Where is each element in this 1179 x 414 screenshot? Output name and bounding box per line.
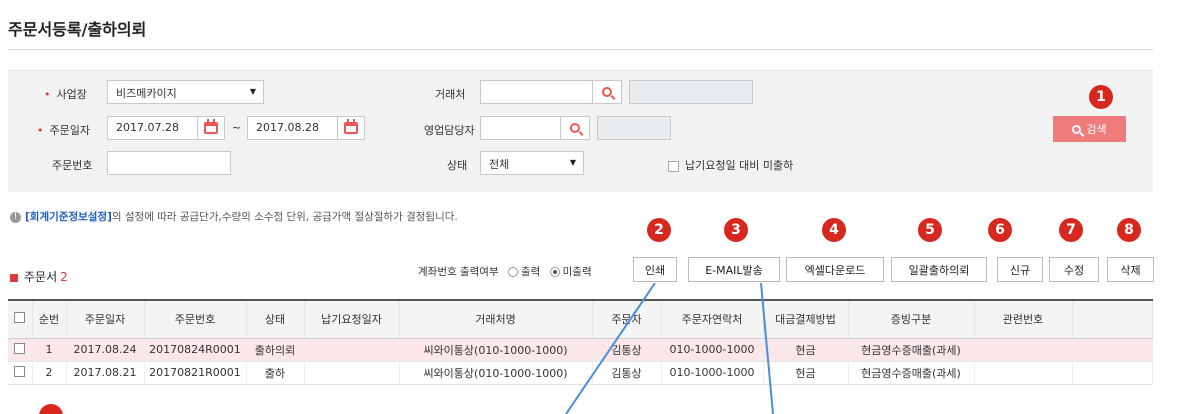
annotation-badge-4: 4: [822, 218, 846, 242]
order-no-input[interactable]: [107, 151, 231, 175]
table-cell: [304, 361, 400, 385]
table-cell: 씨와이통상(010-1000-1000): [399, 338, 593, 362]
table-cell: [974, 361, 1073, 385]
bulk-ship-request-button[interactable]: 일괄출하의뢰: [891, 257, 987, 282]
order-no-label: 주문번호: [52, 159, 93, 172]
search-button[interactable]: 검색: [1053, 116, 1126, 142]
table-cell: 출하의뢰: [246, 338, 305, 362]
client-label: 거래처: [435, 88, 466, 101]
settings-notice: ! [회계기준정보설정]의 설정에 따라 공급단가,수량의 소수점 단위, 공급가…: [10, 209, 458, 224]
annotation-badge-8: 8: [1117, 218, 1141, 242]
workplace-label: 사업장: [44, 86, 87, 102]
date-separator: ~: [232, 121, 242, 134]
table-cell: 010-1000-1000: [661, 361, 764, 385]
radio-noprint[interactable]: [549, 267, 560, 277]
status-select[interactable]: 전체: [480, 151, 584, 175]
table-cell: [974, 338, 1073, 362]
row-checkbox[interactable]: [8, 338, 33, 362]
annotation-badge-1: 1: [1089, 85, 1113, 109]
table-cell: 010-1000-1000: [661, 338, 764, 362]
email-send-button[interactable]: E-MAIL발송: [688, 257, 780, 282]
col-header: 납기요청일자: [304, 299, 400, 339]
annotation-badge-2: 2: [647, 218, 671, 242]
table-cell: 김통상: [592, 361, 662, 385]
col-header: 증빙구분: [848, 299, 975, 339]
client-search-button[interactable]: [592, 80, 622, 104]
col-header: 주문자: [592, 299, 662, 339]
table-cell: 김통상: [592, 338, 662, 362]
order-count: 2: [60, 270, 68, 284]
table-cell: 출하: [246, 361, 305, 385]
table-cell: 현금: [763, 361, 849, 385]
date-from-calendar-button[interactable]: [197, 116, 225, 140]
annotation-badge-7: 7: [1059, 218, 1083, 242]
table-cell: 2017.08.24: [66, 338, 145, 362]
undelivered-checkbox[interactable]: 납기요청일 대비 미출하: [668, 157, 793, 173]
calendar-icon: [204, 119, 218, 134]
info-icon: !: [10, 211, 21, 223]
annotation-badge-partial: [39, 404, 63, 414]
search-icon: [602, 87, 612, 97]
sales-rep-name-display: [597, 116, 671, 140]
search-icon: [570, 123, 580, 133]
col-header: 관련번호: [974, 299, 1073, 339]
print-button[interactable]: 인쇄: [633, 257, 677, 282]
delete-button[interactable]: 삭제: [1107, 257, 1154, 282]
col-header: 순번: [32, 299, 67, 339]
table-cell: 20170824R0001: [144, 338, 247, 362]
table-row[interactable]: 2 2017.08.21 20170821R0001 출하 씨와이통상(010-…: [8, 361, 1153, 385]
table-cell: 2: [32, 361, 67, 385]
sales-rep-input[interactable]: [480, 116, 561, 140]
col-header: 주문일자: [66, 299, 145, 339]
status-label: 상태: [447, 159, 468, 172]
table-cell: 1: [32, 338, 67, 362]
excel-download-button[interactable]: 엑셀다운로드: [786, 257, 884, 282]
date-to-calendar-button[interactable]: [337, 116, 365, 140]
client-input[interactable]: [480, 80, 593, 104]
row-checkbox[interactable]: [8, 361, 33, 385]
table-cell: [304, 338, 400, 362]
table-cell: 현금영수증매출(과세): [848, 361, 975, 385]
section-title: 주문서 2: [10, 268, 68, 285]
table-cell: 현금영수증매출(과세): [848, 338, 975, 362]
new-button[interactable]: 신규: [997, 257, 1043, 282]
sales-rep-search-button[interactable]: [560, 116, 590, 140]
table-row[interactable]: 1 2017.08.24 20170824R0001 출하의뢰 씨와이통상(01…: [8, 338, 1153, 362]
search-icon: [1072, 124, 1082, 134]
col-header: 주문번호: [144, 299, 247, 339]
table-cell: 20170821R0001: [144, 361, 247, 385]
annotation-badge-3: 3: [724, 218, 748, 242]
account-print-option: 계좌번호 출력여부 출력 미출력: [418, 266, 592, 278]
col-header: 대금결제방법: [763, 299, 849, 339]
page-title: 주문서등록/출하의뢰: [8, 20, 147, 39]
order-table: 순번 주문일자 주문번호 상태 납기요청일자 거래처명 주문자 주문자연락처 대…: [8, 299, 1153, 385]
title-divider: [8, 49, 1153, 50]
calendar-icon: [344, 119, 358, 134]
table-header-row: 순번 주문일자 주문번호 상태 납기요청일자 거래처명 주문자 주문자연락처 대…: [8, 299, 1153, 339]
annotation-badge-5: 5: [918, 218, 942, 242]
date-from-input[interactable]: 2017.07.28: [107, 116, 198, 140]
table-cell: 씨와이통상(010-1000-1000): [399, 361, 593, 385]
table-cell: 2017.08.21: [66, 361, 145, 385]
edit-button[interactable]: 수정: [1049, 257, 1099, 282]
radio-print[interactable]: [507, 267, 518, 277]
col-header: 상태: [246, 299, 305, 339]
annotation-badge-6: 6: [988, 218, 1012, 242]
client-name-display: [629, 80, 753, 104]
accounting-settings-link[interactable]: [회계기준정보설정]: [25, 211, 112, 223]
col-header: 거래처명: [399, 299, 593, 339]
sales-rep-label: 영업담당자: [424, 124, 475, 137]
select-all-checkbox[interactable]: [8, 299, 33, 339]
table-cell: 현금: [763, 338, 849, 362]
account-print-label: 계좌번호 출력여부: [418, 266, 499, 278]
order-date-label: 주문일자: [37, 122, 90, 138]
workplace-select[interactable]: 비즈메카이지: [107, 80, 264, 104]
date-to-input[interactable]: 2017.08.28: [247, 116, 338, 140]
col-header: 주문자연락처: [661, 299, 764, 339]
col-header-spacer: [1072, 299, 1153, 339]
